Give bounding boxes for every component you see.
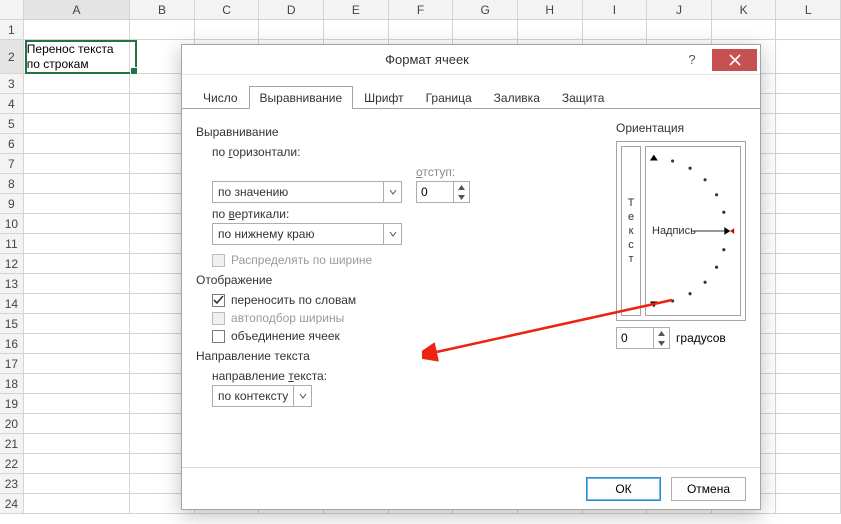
cell-A1[interactable]	[24, 20, 130, 40]
degrees-down[interactable]	[654, 338, 669, 348]
col-header-H[interactable]: H	[518, 0, 583, 20]
tab-border[interactable]: Граница	[415, 86, 483, 109]
row-header-24[interactable]: 24	[0, 494, 24, 514]
vertical-text-button[interactable]: Т е к с т	[621, 146, 641, 316]
degrees-input[interactable]	[617, 328, 653, 348]
col-header-L[interactable]: L	[776, 0, 841, 20]
row-header-5[interactable]: 5	[0, 114, 24, 134]
select-all-corner[interactable]	[0, 0, 24, 20]
dialog-footer: ОК Отмена	[182, 467, 760, 509]
indent-input[interactable]	[417, 182, 453, 202]
tab-fill[interactable]: Заливка	[483, 86, 551, 109]
row-header-19[interactable]: 19	[0, 394, 24, 414]
row-header-15[interactable]: 15	[0, 314, 24, 334]
column-headers: A B C D E F G H I J K L	[0, 0, 841, 20]
cell-A2[interactable]: Перенос текста по строкам	[24, 40, 130, 74]
row-header-3[interactable]: 3	[0, 74, 24, 94]
format-cells-dialog: Формат ячеек ? Число Выравнивание Шрифт …	[181, 44, 761, 510]
lbl-textdir: направление текста:	[212, 369, 746, 383]
col-header-K[interactable]: K	[712, 0, 777, 20]
chk-shrink-label: автоподбор ширины	[231, 311, 344, 325]
select-vertical[interactable]: по нижнему краю	[212, 223, 402, 245]
spinner-indent[interactable]	[416, 181, 470, 203]
lbl-indent: отступ:	[416, 165, 470, 179]
col-header-E[interactable]: E	[324, 0, 389, 20]
row-header-23[interactable]: 23	[0, 474, 24, 494]
group-orientation: Ориентация	[616, 121, 746, 135]
col-header-G[interactable]: G	[453, 0, 518, 20]
row-header-8[interactable]: 8	[0, 174, 24, 194]
row-header-20[interactable]: 20	[0, 414, 24, 434]
tab-protection[interactable]: Защита	[551, 86, 616, 109]
tabs: Число Выравнивание Шрифт Граница Заливка…	[182, 75, 760, 109]
chevron-down-icon	[383, 224, 401, 244]
select-vertical-value: по нижнему краю	[218, 227, 314, 241]
row-header-17[interactable]: 17	[0, 354, 24, 374]
row-header-10[interactable]: 10	[0, 214, 24, 234]
row-header-13[interactable]: 13	[0, 274, 24, 294]
ok-button[interactable]: ОК	[586, 477, 661, 501]
col-header-I[interactable]: I	[583, 0, 648, 20]
chk-shrink	[212, 312, 225, 325]
chk-merge[interactable]	[212, 330, 225, 343]
group-direction: Направление текста	[196, 349, 746, 363]
select-textdir-value: по контексту	[218, 389, 288, 403]
tab-font[interactable]: Шрифт	[353, 86, 414, 109]
col-header-A[interactable]: A	[24, 0, 130, 20]
cell-A2-content: Перенос текста по строкам	[24, 40, 129, 73]
chevron-down-icon	[383, 182, 401, 202]
cancel-button[interactable]: Отмена	[671, 477, 746, 501]
indent-up[interactable]	[454, 182, 469, 192]
col-header-J[interactable]: J	[647, 0, 712, 20]
row-header-16[interactable]: 16	[0, 334, 24, 354]
select-horizontal[interactable]: по значению	[212, 181, 402, 203]
degrees-up[interactable]	[654, 328, 669, 338]
row-header-14[interactable]: 14	[0, 294, 24, 314]
help-button[interactable]: ?	[672, 49, 712, 71]
chk-distribute	[212, 254, 225, 267]
indent-down[interactable]	[454, 192, 469, 202]
select-textdir[interactable]: по контексту	[212, 385, 312, 407]
row-header-7[interactable]: 7	[0, 154, 24, 174]
checkmark-icon	[213, 295, 224, 306]
col-header-C[interactable]: C	[195, 0, 260, 20]
row-header-21[interactable]: 21	[0, 434, 24, 454]
chk-wrap[interactable]	[212, 294, 225, 307]
select-horizontal-value: по значению	[218, 185, 288, 199]
dial-label: Надпись	[652, 225, 696, 237]
chk-merge-label: объединение ячеек	[231, 329, 340, 343]
col-header-B[interactable]: B	[130, 0, 195, 20]
orientation-panel: Ориентация Т е к с т	[616, 115, 746, 349]
dialog-body: Выравнивание по горизонтали: по значению…	[182, 109, 760, 471]
row-header-22[interactable]: 22	[0, 454, 24, 474]
titlebar[interactable]: Формат ячеек ?	[182, 45, 760, 75]
row-header-9[interactable]: 9	[0, 194, 24, 214]
row-header-12[interactable]: 12	[0, 254, 24, 274]
row-header-11[interactable]: 11	[0, 234, 24, 254]
row-header-6[interactable]: 6	[0, 134, 24, 154]
tab-number[interactable]: Число	[192, 86, 249, 109]
orientation-box: Т е к с т	[616, 141, 746, 321]
chk-distribute-label: Распределять по ширине	[231, 253, 372, 267]
close-icon	[729, 54, 741, 66]
dialog-title: Формат ячеек	[182, 52, 672, 67]
tab-alignment[interactable]: Выравнивание	[249, 86, 354, 109]
row-header-4[interactable]: 4	[0, 94, 24, 114]
chk-wrap-label: переносить по словам	[231, 293, 356, 307]
row-header-1[interactable]: 1	[0, 20, 24, 40]
col-header-F[interactable]: F	[389, 0, 454, 20]
row-header-2[interactable]: 2	[0, 40, 24, 74]
lbl-degrees: градусов	[676, 331, 726, 345]
close-button[interactable]	[712, 49, 757, 71]
spinner-degrees[interactable]	[616, 327, 670, 349]
chevron-down-icon	[293, 386, 311, 406]
row-header-18[interactable]: 18	[0, 374, 24, 394]
orientation-dial[interactable]: Надпись	[645, 146, 741, 316]
col-header-D[interactable]: D	[259, 0, 324, 20]
